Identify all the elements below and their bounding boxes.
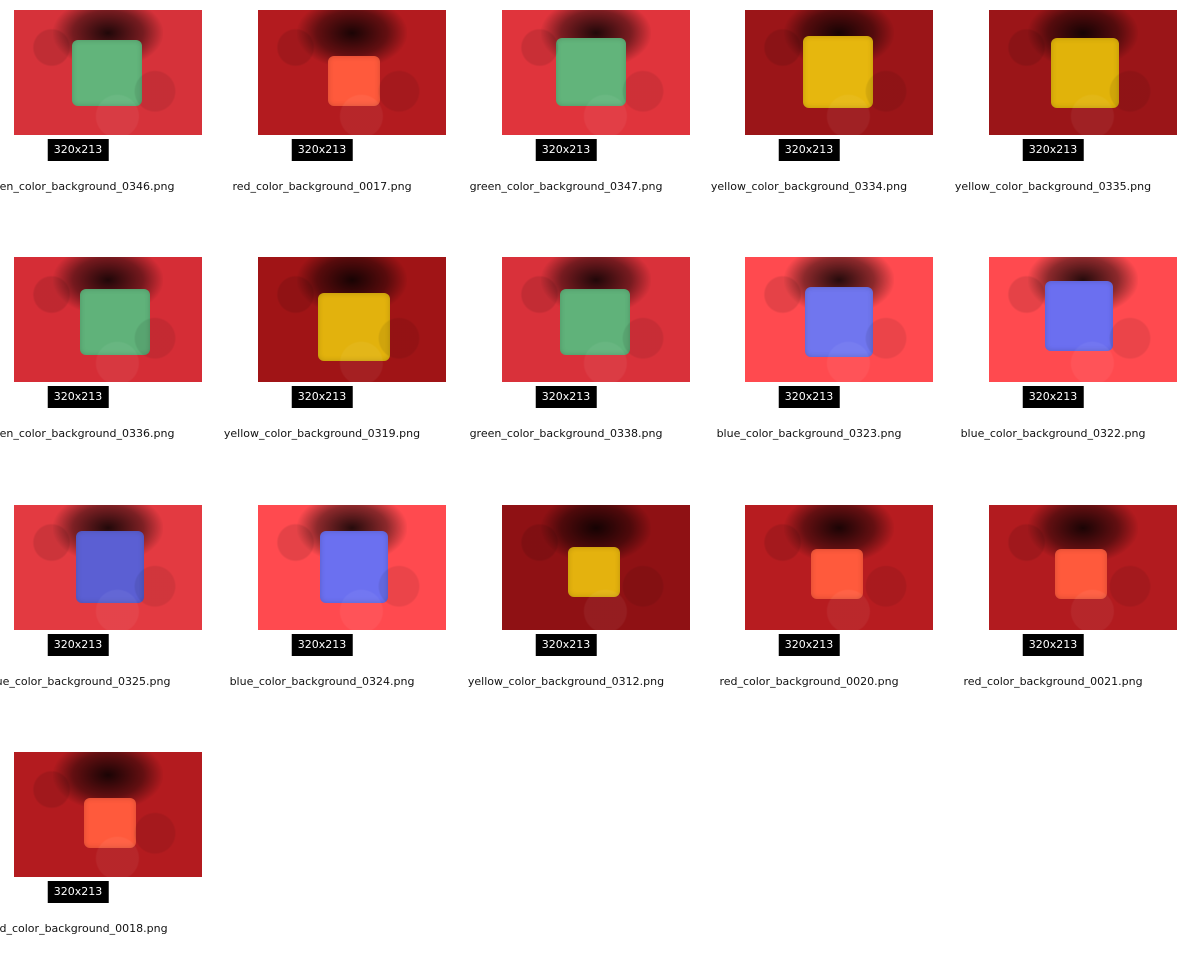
block [1051,38,1119,108]
filename-caption: green_color_background_0347.png [469,180,663,193]
thumbnail-image[interactable] [258,505,446,630]
filename-caption: yellow_color_background_0334.png [710,180,908,193]
thumbnail-image[interactable] [258,257,446,382]
filename-caption: blue_color_background_0323.png [716,427,902,440]
size-badge: 320x213 [47,139,109,161]
thumbnail-image[interactable] [989,505,1177,630]
size-badge: 320x213 [535,139,597,161]
thumbnail-image[interactable] [502,257,690,382]
thumbnail-image[interactable] [745,10,933,135]
thumbnail-card[interactable]: 320x213 yellow_color_background_0312.png [450,495,690,731]
thumbnail-card[interactable]: 320x213 green_color_background_0336.png [0,247,202,483]
thumbnail-image[interactable] [14,505,202,630]
size-badge: 320x213 [47,634,109,656]
block [318,293,390,361]
filename-caption: blue_color_background_0325.png [0,675,171,688]
thumbnail-image[interactable] [14,257,202,382]
filename-caption: yellow_color_background_0335.png [954,180,1152,193]
thumbnail-card[interactable]: 320x213 yellow_color_background_0334.png [693,0,933,236]
size-badge: 320x213 [535,386,597,408]
thumbnail-card[interactable]: 320x213 green_color_background_0346.png [0,0,202,236]
thumbnail-card[interactable]: 320x213 blue_color_background_0325.png [0,495,202,731]
thumbnail-card[interactable]: 320x213 yellow_color_background_0335.png [937,0,1177,236]
thumbnail-card[interactable]: 320x213 yellow_color_background_0319.png [206,247,446,483]
size-badge: 320x213 [47,881,109,903]
size-badge: 320x213 [778,634,840,656]
thumbnail-image[interactable] [989,257,1177,382]
block [556,38,626,106]
filename-caption: yellow_color_background_0319.png [223,427,421,440]
filename-caption: red_color_background_0017.png [232,180,412,193]
size-badge: 320x213 [1022,139,1084,161]
filename-caption: yellow_color_background_0312.png [467,675,665,688]
thumbnail-card[interactable]: 320x213 red_color_background_0017.png [206,0,446,236]
size-badge: 320x213 [778,386,840,408]
filename-caption: blue_color_background_0324.png [229,675,415,688]
thumbnail-card[interactable]: 320x213 green_color_background_0347.png [450,0,690,236]
size-badge: 320x213 [291,386,353,408]
block [328,56,380,106]
block [320,531,388,603]
filename-caption: green_color_background_0338.png [469,427,663,440]
thumbnail-card[interactable]: 320x213 blue_color_background_0324.png [206,495,446,731]
block [84,798,136,848]
size-badge: 320x213 [1022,634,1084,656]
thumbnail-image[interactable] [14,10,202,135]
block [80,289,150,355]
thumbnail-card[interactable]: 320x213 blue_color_background_0322.png [937,247,1177,483]
block [805,287,873,357]
size-badge: 320x213 [47,386,109,408]
block [1045,281,1113,351]
thumbnail-image[interactable] [745,505,933,630]
thumbnail-card[interactable]: 320x213 red_color_background_0021.png [937,495,1177,731]
block [803,36,873,108]
block [76,531,144,603]
size-badge: 320x213 [291,139,353,161]
size-badge: 320x213 [535,634,597,656]
filename-caption: green_color_background_0336.png [0,427,175,440]
thumbnail-card[interactable]: 320x213 blue_color_background_0323.png [693,247,933,483]
block [560,289,630,355]
block [1055,549,1107,599]
thumbnail-image[interactable] [258,10,446,135]
filename-caption: red_color_background_0020.png [719,675,899,688]
filename-caption: green_color_background_0346.png [0,180,175,193]
thumbnail-image[interactable] [989,10,1177,135]
thumbnail-image[interactable] [745,257,933,382]
filename-caption: red_color_background_0021.png [963,675,1143,688]
thumbnail-card[interactable]: 320x213 red_color_background_0018.png [0,742,202,978]
block [811,549,863,599]
thumbnail-card[interactable]: 320x213 green_color_background_0338.png [450,247,690,483]
size-badge: 320x213 [291,634,353,656]
thumbnail-card[interactable]: 320x213 red_color_background_0020.png [693,495,933,731]
thumbnail-image[interactable] [502,505,690,630]
block [72,40,142,106]
size-badge: 320x213 [778,139,840,161]
filename-caption: red_color_background_0018.png [0,922,168,935]
filename-caption: blue_color_background_0322.png [960,427,1146,440]
block [568,547,620,597]
size-badge: 320x213 [1022,386,1084,408]
thumbnail-image[interactable] [502,10,690,135]
thumbnail-image[interactable] [14,752,202,877]
